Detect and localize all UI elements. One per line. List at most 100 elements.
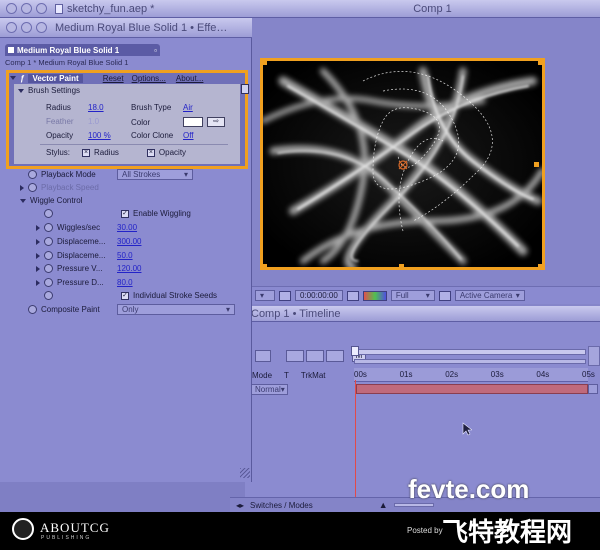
- feather-value[interactable]: 1.0: [88, 117, 99, 126]
- color-swatch[interactable]: [183, 117, 203, 127]
- timeline-btn-layers[interactable]: [306, 350, 324, 362]
- layer-row-end-box[interactable]: [588, 384, 598, 394]
- eyedropper-icon[interactable]: ⇨: [207, 117, 225, 127]
- effect-header-row: ƒ Vector Paint Reset Options... About...: [10, 73, 246, 83]
- aboutcg-logo-icon: [12, 518, 34, 540]
- current-time-indicator[interactable]: [351, 346, 359, 356]
- effect-close-button[interactable]: [6, 22, 17, 33]
- tab-close-icon[interactable]: ▫: [154, 46, 157, 55]
- individual-stroke-seeds-checkbox[interactable]: ✓: [121, 291, 129, 300]
- fx-icon[interactable]: ƒ: [20, 74, 24, 83]
- timeline-btn-comment[interactable]: [286, 350, 304, 362]
- scroll-arrows-icon[interactable]: ◂▸: [236, 501, 244, 510]
- wiggle-row-label: Displaceme...: [57, 237, 106, 246]
- wiggle-row-stopwatch-icon[interactable]: [44, 278, 53, 287]
- color-clone-value[interactable]: Off: [183, 131, 194, 140]
- radius-row: Radius 18.0: [46, 103, 104, 112]
- comp-viewer[interactable]: [260, 58, 545, 270]
- wiggle-row-disclosure-icon[interactable]: [36, 224, 40, 231]
- layer-duration-bar[interactable]: [356, 384, 588, 394]
- options-link[interactable]: Options...: [132, 74, 166, 83]
- brush-type-label: Brush Type: [131, 103, 172, 112]
- layer-handle-br[interactable]: [538, 264, 543, 269]
- effect-tab[interactable]: Medium Royal Blue Solid 1 ▫: [5, 44, 160, 56]
- paint-strokes-render: [263, 61, 542, 267]
- wiggle-row-stopwatch-icon[interactable]: [44, 251, 53, 260]
- brush-settings-disclosure-icon[interactable]: [18, 88, 24, 93]
- layer-mode-dropdown[interactable]: Normal ▾: [250, 384, 288, 395]
- stylus-label: Stylus:: [46, 148, 71, 157]
- stylus-opacity-checkbox[interactable]: ×: [146, 148, 155, 157]
- effect-disclosure-icon[interactable]: [10, 76, 16, 80]
- wiggle-row-value[interactable]: 30.00: [117, 223, 137, 232]
- enable-wiggling-checkbox[interactable]: ✓: [121, 209, 129, 218]
- wiggle-row-value[interactable]: 120.00: [117, 264, 141, 273]
- timeline-titlebar[interactable]: Comp 1 • Timeline: [245, 306, 600, 322]
- timeline-side-scrollbar[interactable]: [588, 346, 600, 366]
- zoom-slider[interactable]: [354, 359, 586, 364]
- wiggle-row-disclosure-icon[interactable]: [36, 265, 40, 272]
- opacity-value[interactable]: 100 %: [88, 131, 111, 140]
- region-icon[interactable]: [438, 290, 451, 301]
- zoom-button[interactable]: [36, 3, 47, 14]
- camera-dropdown[interactable]: Active Camera ▾: [454, 290, 525, 301]
- playback-mode-stopwatch-icon[interactable]: [28, 170, 37, 179]
- wiggle-row: Pressure D... 80.0: [36, 278, 133, 287]
- layer-handle-tr[interactable]: [538, 60, 543, 65]
- reset-link[interactable]: Reset: [103, 74, 124, 83]
- brush-type-value[interactable]: Air: [183, 103, 193, 112]
- playback-mode-dropdown[interactable]: All Strokes ▾: [117, 169, 193, 180]
- layer-handle-bl[interactable]: [262, 264, 267, 269]
- wiggle-row-disclosure-icon[interactable]: [36, 238, 40, 245]
- camera-snapshot-icon[interactable]: [346, 290, 359, 301]
- playback-speed-disclosure-icon[interactable]: [20, 184, 24, 191]
- wiggle-row-disclosure-icon[interactable]: [36, 279, 40, 286]
- zoom-dropdown[interactable]: ▾: [255, 290, 275, 301]
- resize-grip-icon[interactable]: [240, 468, 250, 478]
- about-link[interactable]: About...: [176, 74, 204, 83]
- channel-icon[interactable]: [362, 290, 387, 301]
- effect-minimize-button[interactable]: [21, 22, 32, 33]
- stylus-radius-checkbox[interactable]: ×: [82, 148, 91, 157]
- timecode-display[interactable]: 0:00:00:00: [295, 290, 343, 301]
- breadcrumb: Comp 1 * Medium Royal Blue Solid 1: [5, 58, 129, 67]
- effect-panel-scroll-icon[interactable]: [241, 84, 249, 94]
- work-area-bar[interactable]: [354, 349, 586, 355]
- close-button[interactable]: [6, 3, 17, 14]
- snapshot-icon[interactable]: [279, 290, 291, 301]
- wiggle-row-value[interactable]: 50.0: [117, 251, 133, 260]
- zoom-out-icon[interactable]: ▲: [379, 500, 388, 510]
- layer-handle-tl[interactable]: [262, 60, 267, 65]
- wiggle-row-value[interactable]: 300.00: [117, 237, 141, 246]
- playback-mode-label: Playback Mode: [41, 170, 96, 179]
- wiggle-row-stopwatch-icon[interactable]: [44, 237, 53, 246]
- wiggle-control-disclosure-icon[interactable]: [20, 198, 26, 203]
- comp-window-titlebar[interactable]: Comp 1: [205, 0, 600, 18]
- radius-label: Radius: [46, 103, 71, 112]
- wiggle-row-value[interactable]: 80.0: [117, 278, 133, 287]
- wiggle-control-row[interactable]: Wiggle Control: [20, 196, 82, 205]
- layer-handle-mid-b[interactable]: [399, 264, 404, 269]
- composite-paint-stopwatch-icon[interactable]: [28, 305, 37, 314]
- switches-modes-toggle[interactable]: Switches / Modes: [250, 501, 313, 510]
- wiggle-row-disclosure-icon[interactable]: [36, 252, 40, 259]
- time-ruler[interactable]: [354, 368, 588, 382]
- brush-settings-header[interactable]: Brush Settings: [18, 86, 80, 95]
- timeline-btn-graph[interactable]: [326, 350, 344, 362]
- wiggle-row-stopwatch-icon[interactable]: [44, 264, 53, 273]
- resolution-dropdown[interactable]: Full ▾: [390, 290, 435, 301]
- wiggle-row-stopwatch-icon[interactable]: [44, 223, 53, 232]
- composite-paint-dropdown[interactable]: Only ▾: [117, 304, 235, 315]
- enable-wiggling-row: ✓ Enable Wiggling: [44, 209, 191, 218]
- stylus-opacity-label: Opacity: [158, 148, 187, 157]
- project-window-titlebar[interactable]: sketchy_fun.aep *: [0, 0, 205, 18]
- radius-value[interactable]: 18.0: [88, 103, 104, 112]
- effect-controls-titlebar[interactable]: Medium Royal Blue Solid 1 • Effe…: [0, 18, 252, 38]
- effect-zoom-button[interactable]: [36, 22, 47, 33]
- layer-handle-mid-r[interactable]: [534, 162, 539, 167]
- playback-speed-stopwatch-icon[interactable]: [28, 183, 37, 192]
- minimize-button[interactable]: [21, 3, 32, 14]
- timeline-btn-1[interactable]: [255, 350, 271, 362]
- stroke-seeds-stopwatch-icon[interactable]: [44, 291, 53, 300]
- enable-wiggling-stopwatch-icon[interactable]: [44, 209, 53, 218]
